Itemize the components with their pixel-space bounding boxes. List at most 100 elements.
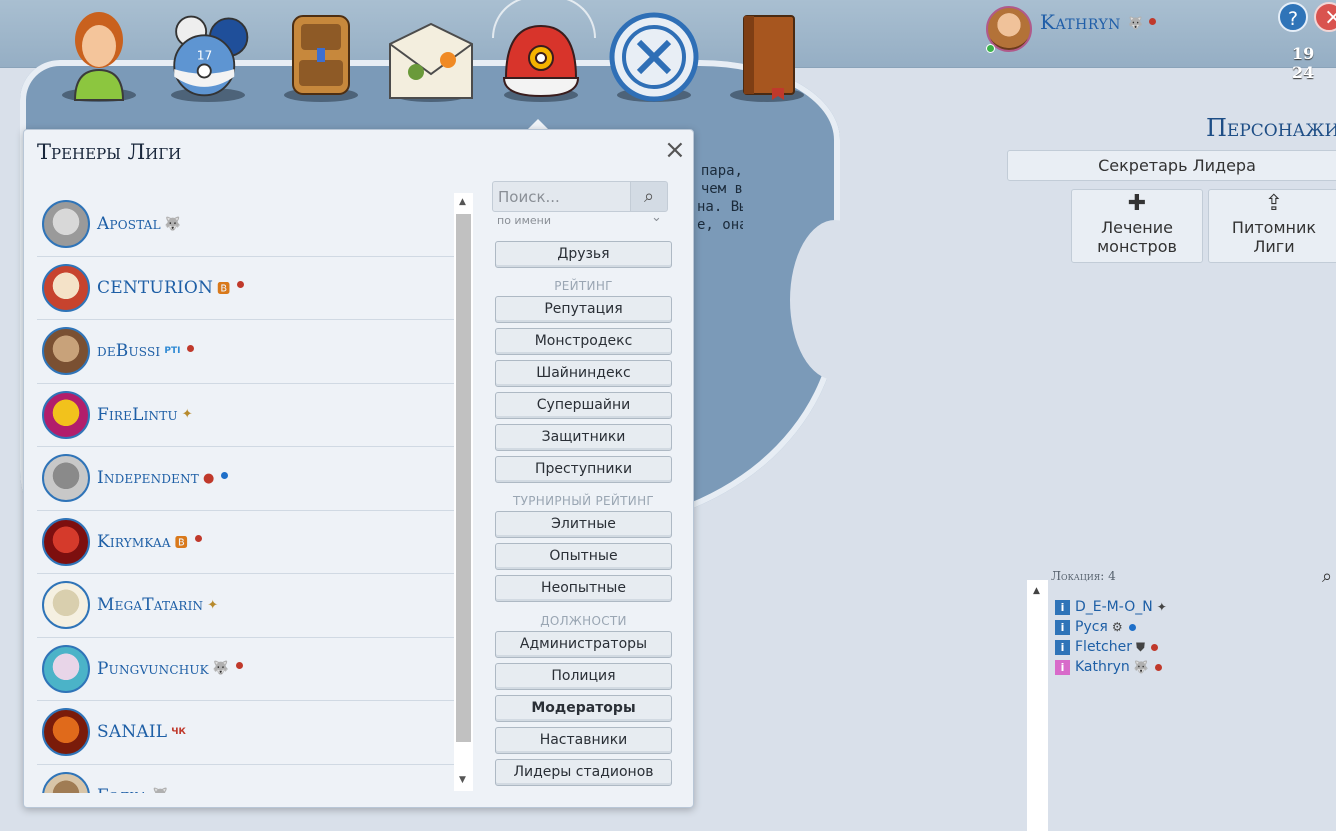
chevron-down-icon[interactable]: ⌄: [651, 210, 662, 225]
filter-button[interactable]: Шайниндекс: [495, 360, 672, 387]
location-player[interactable]: i Kathryn 🐺: [1055, 657, 1167, 677]
info-icon[interactable]: i: [1055, 599, 1070, 615]
scroll-up-icon[interactable]: ▲: [459, 197, 466, 207]
location-player-list: i D_E-M-O_N ✦ i Руся ⚙ i Fletcher ⛊ i Kathryn 🐺: [1055, 597, 1167, 677]
trainer-name[interactable]: deBussi: [97, 341, 160, 361]
trainer-row[interactable]: Pungvunchuk 🐺: [37, 638, 456, 701]
location-scrollbar[interactable]: [1027, 580, 1048, 831]
status-dot: [187, 344, 195, 352]
trainer-row[interactable]: Independent ●: [37, 447, 456, 511]
search-field: [492, 181, 641, 212]
league-nursery-button[interactable]: ⇪ Питомник Лиги: [1208, 189, 1336, 263]
trainer-list-scrollbar[interactable]: ▲ ▼: [454, 193, 473, 791]
online-indicator: [986, 44, 995, 53]
league-badge-icon[interactable]: [609, 4, 699, 102]
trainer-row[interactable]: FireLintu ✦: [37, 384, 456, 447]
search-button[interactable]: ⌕: [630, 181, 668, 212]
info-icon[interactable]: i: [1055, 639, 1070, 655]
trainer-name[interactable]: CENTURION: [97, 278, 213, 298]
status-dot: [237, 281, 245, 289]
trainer-avatar[interactable]: [42, 581, 90, 630]
location-player[interactable]: i D_E-M-O_N ✦: [1055, 597, 1167, 617]
filter-button[interactable]: Администраторы: [495, 631, 672, 658]
trainer-row[interactable]: SANAIL ЧК: [37, 701, 456, 765]
trainer-name[interactable]: Apostal: [97, 214, 161, 234]
trainer-avatar[interactable]: [42, 327, 90, 376]
filter-button[interactable]: Наставники: [495, 727, 672, 754]
feather-icon: ✦: [181, 407, 193, 423]
trainer-avatar[interactable]: [42, 517, 90, 566]
user-name[interactable]: Kathryn: [1040, 10, 1121, 34]
scroll-up-icon[interactable]: ▲: [1033, 586, 1040, 596]
filter-button[interactable]: Неопытные: [495, 575, 672, 602]
mail-icon[interactable]: [386, 4, 476, 102]
trainer-avatar[interactable]: [42, 454, 90, 503]
svg-text:17: 17: [197, 49, 213, 63]
trainer-name[interactable]: Independent: [97, 468, 199, 488]
pokeballs-icon[interactable]: 17: [163, 4, 253, 102]
trainer-avatar[interactable]: [42, 771, 90, 793]
status-dot: [1151, 643, 1158, 651]
trainer-icon[interactable]: [54, 4, 144, 102]
info-icon[interactable]: i: [1055, 659, 1070, 675]
location-player[interactable]: i Fletcher ⛊: [1055, 637, 1167, 657]
league-trainers-dialog: Тренеры Лиги × Apostal 🐺 CENTURION 🅱deBussi…: [23, 129, 694, 808]
trainer-name[interactable]: Бэлка: [97, 786, 148, 793]
friends-button[interactable]: Друзья: [495, 241, 672, 268]
player-name[interactable]: Fletcher: [1075, 639, 1132, 655]
book-icon[interactable]: [722, 4, 812, 102]
player-name[interactable]: Kathryn: [1075, 659, 1130, 675]
backpack-icon[interactable]: [276, 4, 366, 102]
heal-monsters-button[interactable]: ✚ Лечение монстров: [1071, 189, 1203, 263]
trainer-name[interactable]: FireLintu: [97, 405, 178, 425]
search-input[interactable]: [493, 182, 630, 211]
location-player[interactable]: i Руся ⚙: [1055, 617, 1167, 637]
trainer-row[interactable]: CENTURION 🅱: [37, 257, 456, 320]
wolf-icon: 🐺: [1128, 16, 1143, 30]
trainer-avatar[interactable]: [42, 708, 90, 757]
trainer-avatar[interactable]: [42, 390, 90, 439]
help-button[interactable]: ?: [1278, 2, 1308, 32]
search-mode-select[interactable]: по имени: [497, 214, 551, 227]
scroll-down-icon[interactable]: ▼: [459, 775, 466, 785]
dialog-close-button[interactable]: ×: [664, 135, 686, 165]
trainer-row[interactable]: MegaTatarin ✦: [37, 574, 456, 638]
player-name[interactable]: D_E-M-O_N: [1075, 599, 1153, 615]
filter-button[interactable]: Модераторы: [495, 695, 672, 722]
info-icon[interactable]: i: [1055, 619, 1070, 635]
trainer-avatar[interactable]: [42, 644, 90, 693]
cap-icon[interactable]: [492, 0, 596, 102]
tournament-section-label: ТУРНИРНЫЙ РЕЙТИНГ: [512, 494, 655, 508]
scrollbar-thumb[interactable]: [456, 214, 471, 742]
filter-button[interactable]: Преступники: [495, 456, 672, 483]
filter-button[interactable]: Полиция: [495, 663, 672, 690]
gear-icon: ⚙: [1111, 620, 1123, 634]
trainer-row[interactable]: deBussi PTI: [37, 320, 456, 384]
trainer-row[interactable]: Apostal 🐺: [37, 193, 456, 257]
status-dot: [221, 471, 229, 479]
filter-button[interactable]: Элитные: [495, 511, 672, 538]
trainer-name[interactable]: SANAIL: [97, 722, 167, 742]
close-icon[interactable]: ×: [1314, 2, 1336, 32]
trainer-name[interactable]: MegaTatarin: [97, 595, 203, 615]
player-name[interactable]: Руся: [1075, 619, 1108, 635]
search-icon[interactable]: ⌕: [1322, 566, 1332, 587]
trainer-name[interactable]: Pungvunchuk: [97, 659, 209, 679]
trainer-row[interactable]: Бэлка 🐺: [37, 765, 456, 793]
trainer-name[interactable]: Kirymkaa: [97, 532, 171, 552]
trainer-row[interactable]: Kirymkaa 🅱: [37, 511, 456, 574]
filter-button[interactable]: Опытные: [495, 543, 672, 570]
trainer-badge: ЧК: [171, 727, 186, 738]
trainer-list: Apostal 🐺 CENTURION 🅱deBussi PTI FireLintu ✦ In…: [37, 193, 456, 793]
filter-button[interactable]: Супершайни: [495, 392, 672, 419]
filter-button[interactable]: Репутация: [495, 296, 672, 323]
filter-button[interactable]: Защитники: [495, 424, 672, 451]
secretary-button[interactable]: Секретарь Лидера: [1007, 150, 1336, 181]
rating-section-label: РЕЙТИНГ: [554, 279, 613, 293]
filter-button[interactable]: Лидеры стадионов: [495, 759, 672, 786]
trainer-avatar[interactable]: [42, 200, 90, 249]
filter-button[interactable]: Монстродекс: [495, 328, 672, 355]
B-badge-icon: 🅱: [174, 536, 188, 552]
feather-icon: ✦: [1156, 600, 1167, 614]
trainer-avatar[interactable]: [42, 263, 90, 312]
